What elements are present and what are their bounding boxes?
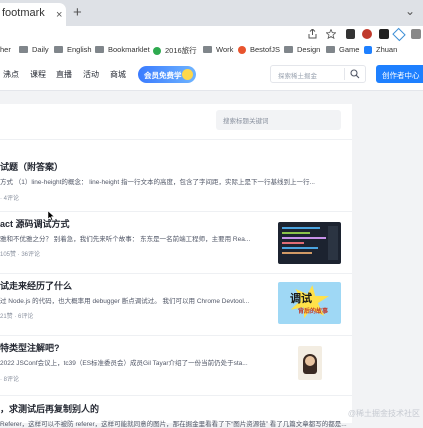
watermark: @稀土掘金技术社区	[348, 408, 420, 419]
nav-item-events[interactable]: 活动	[83, 69, 99, 80]
search-input[interactable]: 探索稀土掘金	[278, 70, 317, 80]
bookmark-item[interactable]: Bookmarklet	[95, 45, 150, 54]
folder-icon	[95, 46, 104, 53]
site-nav: 沸点 课程 直播 活动 商城 会员免费学 探索稀土掘金 创作者中心	[0, 61, 423, 91]
article-meta: 21赞 · 6评论	[0, 311, 33, 320]
article-abstract: 过 Node.js 的代码，也大概率用 debugger 断点调试过。 我们可以…	[0, 295, 268, 305]
nav-item-boiling[interactable]: 沸点	[3, 69, 19, 80]
bookmark-favicon	[153, 47, 161, 55]
article-title[interactable]: 特类型注解吧?	[0, 341, 60, 354]
bookmark-item[interactable]: Zhuan	[364, 45, 397, 54]
title-search-input[interactable]: 搜索标题关键词	[216, 110, 341, 130]
article-abstract: 2022 JSConf会议上，tc39（ES标准委员会）成员Gil Tayar介…	[0, 357, 268, 367]
article-thumbnail[interactable]	[298, 346, 322, 380]
extension-abp-icon[interactable]	[362, 29, 372, 39]
bookmark-item[interactable]: English	[54, 45, 92, 54]
bookmark-item[interactable]: BestofJS	[238, 45, 280, 54]
site-search-box[interactable]: 探索稀土掘金	[270, 65, 366, 83]
article-thumbnail[interactable]	[278, 222, 341, 264]
bookmark-star-icon[interactable]	[326, 29, 336, 39]
folder-icon	[284, 46, 293, 53]
article-abstract: 方式 （1）line-height的概念： line-height 指一行文本的…	[0, 176, 348, 186]
extension-diamond-icon[interactable]	[392, 28, 405, 41]
article-list-panel: 搜索标题关键词 试题（附答案） 方式 （1）line-height的概念： li…	[0, 104, 352, 423]
bookmarks-bar: her Daily English Bookmarklet 2016旅行 Wor…	[0, 43, 423, 63]
folder-icon	[326, 46, 335, 53]
search-button[interactable]	[344, 68, 364, 80]
bookmark-item[interactable]: Design	[284, 45, 320, 54]
tab-search-icon[interactable]: ⌄	[405, 4, 415, 18]
bookmark-item[interactable]: Daily	[19, 45, 49, 54]
article-abstract: Referer，这样可以不被防 referer，这样可能就同意的图片，那在掘金里…	[0, 418, 348, 428]
article-title[interactable]: 试走来经历了什么	[0, 279, 72, 292]
bookmark-item[interactable]: 2016旅行	[153, 45, 197, 56]
list-divider	[0, 138, 352, 140]
nav-item-courses[interactable]: 课程	[30, 69, 46, 80]
article-item[interactable]: 特类型注解吧? 2022 JSConf会议上，tc39（ES标准委员会）成员Gi…	[0, 336, 352, 396]
vip-free-learn-button[interactable]: 会员免费学	[138, 66, 196, 83]
article-title[interactable]: 试题（附答案）	[0, 160, 63, 173]
creator-center-button[interactable]: 创作者中心	[376, 65, 423, 83]
article-title[interactable]: ，求测试后再复制别人的	[0, 402, 99, 415]
bookmark-favicon	[364, 46, 372, 54]
nav-item-live[interactable]: 直播	[56, 69, 72, 80]
article-item[interactable]: 试题（附答案） 方式 （1）line-height的概念： line-heigh…	[0, 154, 352, 212]
browser-tab[interactable]: footmark ×	[0, 3, 66, 26]
article-item[interactable]: act 源码调试方式 雅和不优雅之分？ 别着急，我们先来听个故事： 东东是一名前…	[0, 212, 352, 274]
nav-item-mall[interactable]: 商城	[110, 69, 126, 80]
article-item[interactable]: 试走来经历了什么 过 Node.js 的代码，也大概率用 debugger 断点…	[0, 274, 352, 336]
mouse-cursor-icon	[48, 211, 55, 221]
article-meta: · 4评论	[0, 193, 19, 202]
article-abstract: 雅和不优雅之分？ 别着急，我们先来听个故事： 东东是一名前端工程师，主要用 Re…	[0, 233, 268, 243]
bookmark-item[interactable]: Work	[203, 45, 233, 54]
article-meta: 105赞 · 36评论	[0, 249, 40, 258]
share-icon[interactable]	[308, 29, 317, 39]
browser-tab-bar: footmark × + ⌄	[0, 0, 423, 26]
folder-icon	[19, 46, 28, 53]
bookmark-item[interactable]: her	[0, 45, 11, 54]
search-icon	[350, 69, 360, 79]
extension-dark-icon[interactable]	[379, 29, 389, 39]
bookmark-favicon	[238, 46, 246, 54]
article-thumbnail[interactable]: 调试 背后的故事	[278, 282, 341, 324]
extension-puzzle-icon[interactable]	[411, 29, 421, 39]
bookmark-item[interactable]: Game	[326, 45, 359, 54]
article-title[interactable]: act 源码调试方式	[0, 217, 70, 230]
browser-toolbar: her Daily English Bookmarklet 2016旅行 Wor…	[0, 26, 423, 66]
extension-shield-icon[interactable]	[346, 29, 355, 39]
tab-title: footmark	[2, 7, 45, 19]
folder-icon	[54, 46, 63, 53]
new-tab-icon[interactable]: +	[73, 4, 82, 21]
article-meta: · 8评论	[0, 374, 19, 383]
tab-close-icon[interactable]: ×	[56, 9, 62, 21]
vip-badge-icon	[182, 69, 193, 80]
article-item[interactable]: ，求测试后再复制别人的 Referer，这样可以不被防 referer，这样可能…	[0, 396, 352, 423]
folder-icon	[203, 46, 212, 53]
